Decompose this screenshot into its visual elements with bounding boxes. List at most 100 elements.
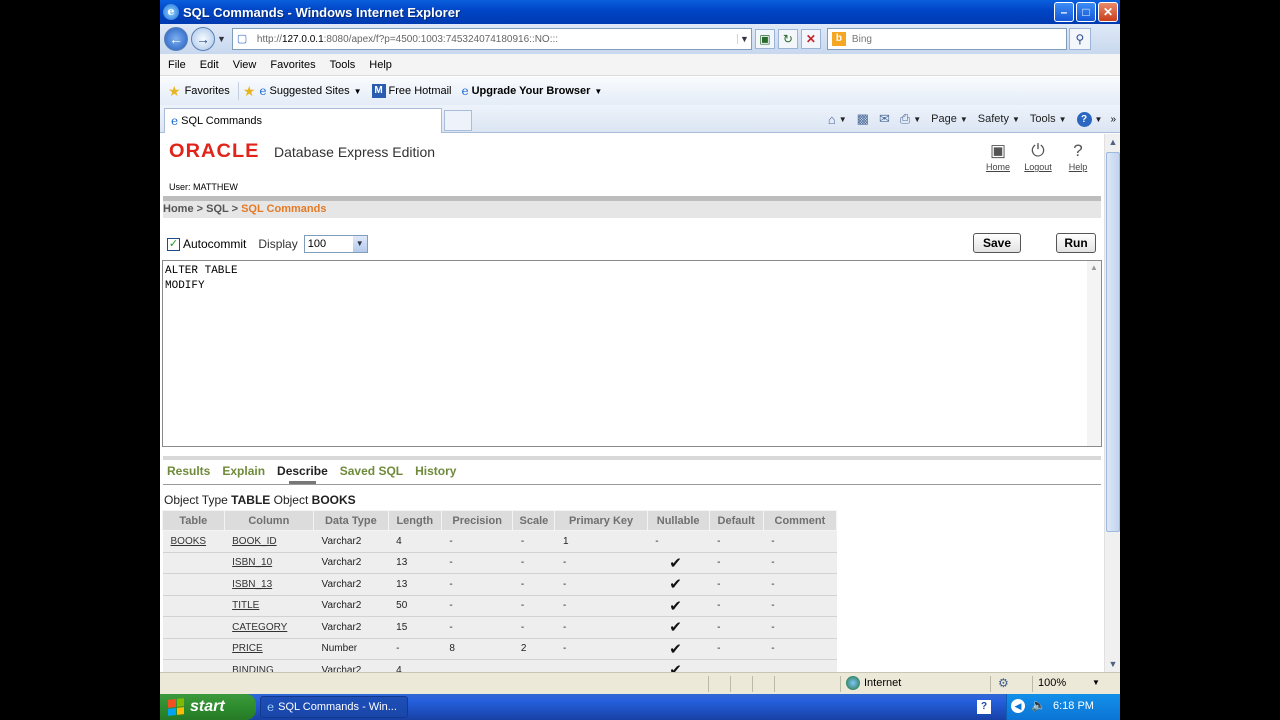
table-cell: - xyxy=(441,551,513,574)
chevron-more-icon[interactable]: » xyxy=(1110,114,1116,125)
refresh-icon[interactable]: ↻ xyxy=(777,29,798,49)
url-text[interactable]: http://127.0.0.1:8080/apex/f?p=4500:1003… xyxy=(257,34,737,45)
breadcrumb: Home > SQL > SQL Commands xyxy=(163,196,1101,218)
page-menu[interactable]: Page ▼ xyxy=(931,113,968,125)
nullable-check-icon: ✔ xyxy=(647,616,710,639)
save-button[interactable]: Save xyxy=(973,233,1021,253)
menu-bar: File Edit View Favorites Tools Help xyxy=(160,54,1120,76)
table-cell xyxy=(441,659,513,672)
zoom-level[interactable]: 100% xyxy=(1038,677,1066,689)
nullable-check-icon: ✔ xyxy=(647,551,710,574)
menu-file[interactable]: File xyxy=(160,59,193,71)
object-type-value: TABLE xyxy=(231,493,271,507)
tab-describe[interactable]: Describe xyxy=(277,464,328,485)
tab-explain[interactable]: Explain xyxy=(222,464,265,478)
object-type-label: Object Type xyxy=(164,493,228,507)
scroll-up-icon[interactable]: ▲ xyxy=(1087,261,1101,275)
mail-button[interactable]: ✉ xyxy=(879,111,890,127)
address-dropdown-icon[interactable]: ▼ xyxy=(736,34,751,44)
logout-link[interactable]: ⏻ Logout xyxy=(1018,140,1058,172)
protected-mode-icon[interactable]: ⚙ xyxy=(998,676,1009,690)
object-name-value: BOOKS xyxy=(311,493,356,507)
table-cell[interactable]: ISBN_10 xyxy=(224,551,314,574)
table-cell[interactable]: BOOK_ID xyxy=(224,530,314,553)
table-cell[interactable]: BINDING xyxy=(224,659,314,672)
address-field[interactable]: ▢ http://127.0.0.1:8080/apex/f?p=4500:10… xyxy=(231,28,752,50)
table-cell[interactable]: ISBN_13 xyxy=(224,573,314,596)
autocommit-checkbox[interactable]: ✓ xyxy=(167,237,180,251)
sql-text[interactable]: ALTER TABLE MODIFY xyxy=(165,264,238,294)
column-header: Scale xyxy=(512,510,556,531)
table-cell: Varchar2 xyxy=(313,530,389,553)
table-cell[interactable]: PRICE xyxy=(224,637,314,660)
table-cell[interactable]: CATEGORY xyxy=(224,616,314,639)
zone-label: Internet xyxy=(864,677,902,689)
chevron-down-icon[interactable]: ▼ xyxy=(1092,678,1100,687)
breadcrumb-sql[interactable]: SQL xyxy=(206,203,228,215)
compatibility-view-icon[interactable]: ▣ xyxy=(754,29,775,49)
table-cell xyxy=(162,594,225,617)
stop-icon[interactable]: ✕ xyxy=(800,29,821,49)
divider xyxy=(840,676,841,692)
menu-tools[interactable]: Tools xyxy=(323,59,363,71)
fav-free-hotmail[interactable]: M Free Hotmail xyxy=(371,84,452,98)
table-cell: 2 xyxy=(512,637,555,660)
tools-menu[interactable]: Tools ▼ xyxy=(1030,113,1067,125)
breadcrumb-home[interactable]: Home xyxy=(163,203,194,215)
scroll-up-icon[interactable]: ▲ xyxy=(1105,134,1120,150)
column-header: Primary Key xyxy=(554,510,648,531)
search-field[interactable]: b Bing xyxy=(826,28,1067,50)
scroll-down-icon[interactable]: ▼ xyxy=(1105,656,1120,672)
back-button[interactable]: ← xyxy=(164,27,188,51)
speaker-icon[interactable]: 🔈 xyxy=(1031,698,1046,712)
help-link[interactable]: ? Help xyxy=(1058,140,1098,172)
home-button[interactable]: ⌂ ▼ xyxy=(828,112,847,127)
minimize-button[interactable]: – xyxy=(1054,2,1074,22)
run-button[interactable]: Run xyxy=(1056,233,1096,253)
print-button[interactable]: ⎙ ▼ xyxy=(900,111,921,127)
favorites-button[interactable]: ★ Favorites xyxy=(164,83,234,100)
table-row: CATEGORY Varchar2 15- - - ✔ - - xyxy=(162,616,837,639)
tab-history[interactable]: History xyxy=(415,464,456,478)
sql-editor[interactable]: ALTER TABLE MODIFY ▲ xyxy=(162,260,1102,447)
table-cell xyxy=(162,573,225,596)
editor-scrollbar[interactable]: ▲ xyxy=(1087,261,1101,446)
start-button[interactable]: start xyxy=(160,694,256,720)
tab-saved-sql[interactable]: Saved SQL xyxy=(340,464,403,478)
logout-link-label: Logout xyxy=(1024,162,1052,172)
taskbar-item-ie[interactable]: e SQL Commands - Win... xyxy=(260,696,408,718)
menu-view[interactable]: View xyxy=(226,59,264,71)
help-icon[interactable]: ? xyxy=(977,700,991,714)
home-link[interactable]: ▣ Home xyxy=(978,140,1018,172)
menu-edit[interactable]: Edit xyxy=(193,59,226,71)
table-cell: 13 xyxy=(388,573,442,596)
history-dropdown-icon[interactable]: ▼ xyxy=(217,34,226,44)
scroll-thumb[interactable] xyxy=(1106,152,1120,532)
tab-results[interactable]: Results xyxy=(167,464,210,478)
help-menu[interactable]: ? ▼ xyxy=(1076,111,1102,127)
search-icon[interactable]: ⚲ xyxy=(1068,28,1091,50)
fav-suggested-sites[interactable]: e Suggested Sites ▼ xyxy=(259,84,361,98)
menu-favorites[interactable]: Favorites xyxy=(263,59,322,71)
feeds-button[interactable]: ▩ xyxy=(857,111,869,127)
tab-sql-commands[interactable]: e SQL Commands xyxy=(164,108,442,133)
table-cell[interactable]: TITLE xyxy=(224,594,314,617)
safety-menu[interactable]: Safety ▼ xyxy=(978,113,1020,125)
maximize-button[interactable]: □ xyxy=(1076,2,1096,22)
page-scrollbar[interactable]: ▲ ▼ xyxy=(1104,134,1120,672)
nullable-check-icon: ✔ xyxy=(647,637,710,660)
close-button[interactable]: ✕ xyxy=(1098,2,1118,22)
fav-label: Suggested Sites xyxy=(269,85,350,97)
add-favorite-icon[interactable]: ★ xyxy=(243,83,256,100)
forward-button[interactable]: → xyxy=(191,27,215,51)
table-cell[interactable]: BOOKS xyxy=(162,530,225,553)
help-link-label: Help xyxy=(1068,162,1088,172)
menu-help[interactable]: Help xyxy=(362,59,399,71)
fav-upgrade-browser[interactable]: e Upgrade Your Browser ▼ xyxy=(462,84,603,98)
breadcrumb-separator: > xyxy=(193,203,207,215)
chevron-left-icon[interactable]: ◀ xyxy=(1011,699,1025,713)
display-select[interactable]: 100 ▼ xyxy=(303,235,368,253)
nullable-check-icon: ✔ xyxy=(647,573,710,596)
new-tab-button[interactable] xyxy=(444,110,472,131)
describe-table: Table Column Data Type Length Precision Scale… xyxy=(162,510,838,672)
